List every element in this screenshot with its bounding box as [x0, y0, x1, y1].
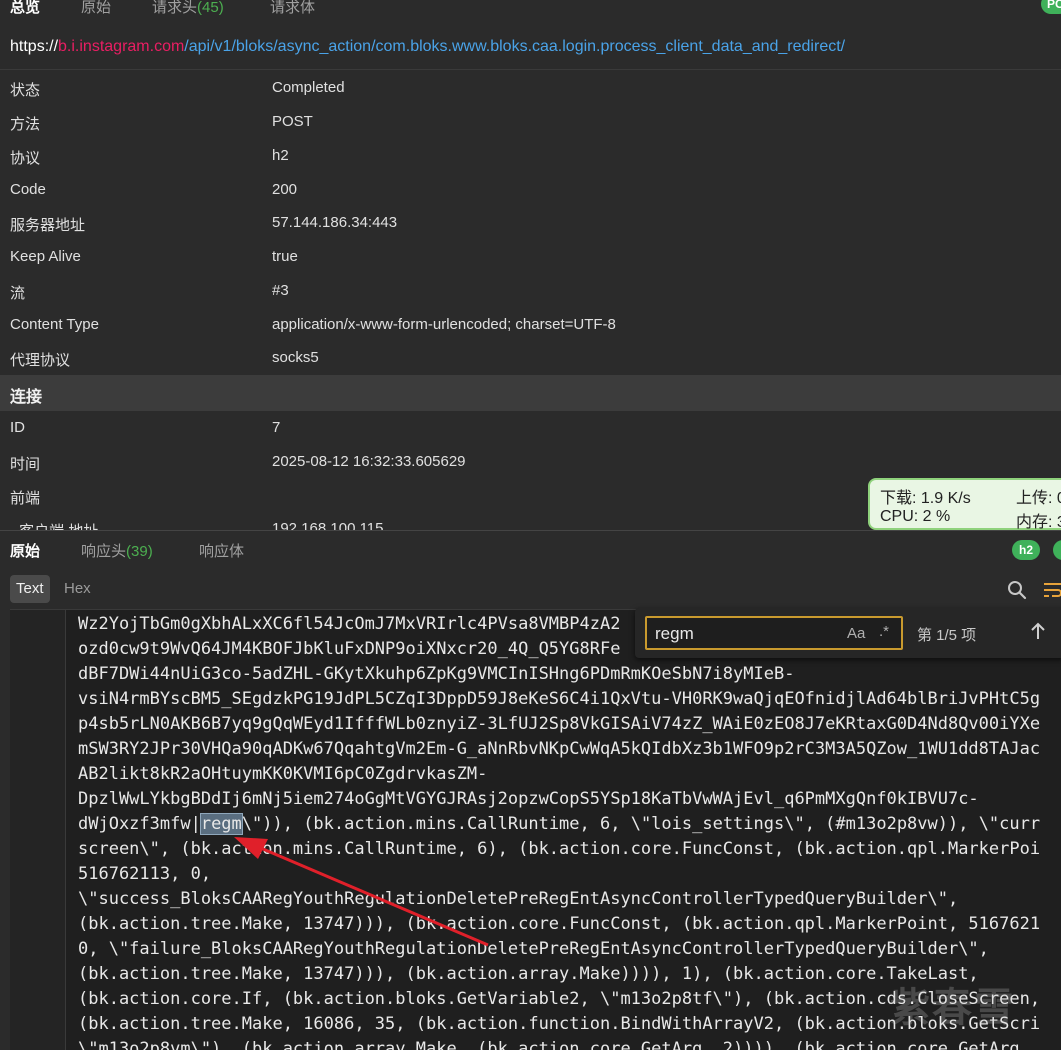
code-line: p4sb5rLN0AKB6B7yq9gQqWEyd1IfffWLb0znyiZ-… [78, 714, 1041, 734]
url-bar: https://b.i.instagram.com/api/v1/bloks/a… [0, 22, 1061, 70]
find-widget: regm Aa .* 第 1/5 项 [635, 608, 1061, 658]
protocol-badge: h2 [1012, 540, 1040, 560]
section-connection: 连接 [0, 375, 1061, 411]
row-value: socks5 [272, 349, 319, 366]
row-value: POST [272, 113, 313, 130]
row-key: Content Type [10, 316, 99, 333]
search-match-highlight: regm [199, 813, 243, 835]
connection-row-id: ID 7 [0, 411, 1061, 445]
code-line-match: dWjOxzf3mfw|regm\")), (bk.action.mins.Ca… [78, 813, 1041, 835]
up-arrow-icon[interactable] [1027, 620, 1049, 642]
view-text-button[interactable]: Text [10, 575, 50, 603]
request-tab-bar: 总览 原始 请求头(45) 请求体 PC [0, 0, 1061, 22]
row-key: Code [10, 181, 46, 198]
overview-row-keepalive: Keep Alive true [0, 240, 1061, 274]
tab-request-headers-label: 请求头 [152, 0, 198, 16]
code-line: mSW3RY2JPr30VHQa90qADKw67QqahtgVm2Em-G_a… [78, 739, 1041, 759]
memory-usage: 内存: 3 [1016, 514, 1061, 531]
row-key: 前端 [10, 490, 41, 507]
code-line: dBF7DWi44nUiG3co-5adZHL-GKytXkuhp6ZpKg9V… [78, 664, 795, 684]
tab-request-headers-count: (45) [197, 0, 224, 16]
code-line: (bk.action.tree.Make, 13747))), (bk.acti… [78, 964, 979, 984]
overview-row-status: 状态 Completed [0, 71, 1061, 105]
row-key: 时间 [10, 456, 41, 473]
tab-response-raw[interactable]: 原始 [10, 540, 40, 561]
overview-row-protocol: 协议 h2 [0, 139, 1061, 173]
tab-response-headers-label: 响应头 [81, 543, 127, 560]
overview-row-stream: 流 #3 [0, 274, 1061, 308]
code-line: ozd0cw9t9WvQ64JM4KBOFJbKluFxDNP9oiXNxcr2… [78, 639, 621, 659]
row-value: 200 [272, 181, 298, 198]
row-value: 7 [272, 419, 281, 436]
url-scheme: https:// [10, 38, 59, 55]
request-url[interactable]: https://b.i.instagram.com/api/v1/bloks/a… [10, 38, 845, 56]
code-line: DpzlWwLYkbgBDdIj6mNj5iem274oGgMtVGYGJRAs… [78, 789, 979, 809]
find-input[interactable]: regm Aa .* [645, 616, 903, 650]
overview-row-content-type: Content Type application/x-www-form-urlen… [0, 308, 1061, 342]
code-line: 516762113, 0, [78, 864, 212, 884]
row-value: 2025-08-12 16:32:33.605629 [272, 453, 466, 470]
row-key: Keep Alive [10, 248, 81, 265]
row-key: 代理协议 [10, 352, 71, 369]
upload-speed: 上传: 0 [1016, 490, 1061, 507]
code-prefix: dWjOxzf3mfw| [78, 814, 201, 834]
regex-toggle[interactable]: .* [879, 623, 889, 640]
row-value: application/x-www-form-urlencoded; chars… [272, 316, 616, 333]
tab-request-body[interactable]: 请求体 [270, 0, 315, 17]
row-key: 流 [10, 285, 26, 302]
row-key: 服务器地址 [10, 217, 86, 234]
view-hex-button[interactable]: Hex [58, 575, 97, 603]
find-match-count: 第 1/5 项 [917, 627, 977, 644]
overview-row-server: 服务器地址 57.144.186.34:443 [0, 206, 1061, 240]
download-speed: 下载: 1.9 K/s [880, 490, 971, 507]
url-host: b.i.instagram.com [58, 38, 185, 55]
row-value: Completed [272, 79, 345, 96]
row-key: 方法 [10, 116, 41, 133]
code-line: screen\", (bk.action.mins.CallRuntime, 6… [78, 839, 1041, 859]
code-line: \"m13o2p8vm\"), (bk.action.array.Make, (… [78, 1039, 1030, 1050]
wrap-icon[interactable] [1042, 579, 1061, 601]
protocol-badge-top: PC [1041, 0, 1061, 14]
tab-raw[interactable]: 原始 [81, 0, 111, 17]
code-line: vsiN4rmBYscBM5_SEgdzkPG19JdPL5CZqI3DppD5… [78, 689, 1041, 709]
search-icon[interactable] [1006, 579, 1028, 601]
code-line: AB2likt8kR2aOHtuymKK0KVMI6pC0ZgdrvkasZM- [78, 764, 488, 784]
find-query: regm [655, 624, 694, 643]
code-suffix: \")), (bk.action.mins.CallRuntime, 6, \"… [241, 814, 1041, 834]
line-gutter [10, 610, 66, 1050]
row-value: 192.168.100.115 [272, 520, 384, 530]
tab-overview[interactable]: 总览 [10, 0, 40, 17]
overview-row-proxy: 代理协议 socks5 [0, 341, 1061, 375]
match-case-toggle[interactable]: Aa [847, 625, 865, 642]
section-title: 连接 [10, 389, 43, 406]
tab-response-body[interactable]: 响应体 [199, 540, 244, 561]
row-value: true [272, 248, 298, 265]
row-value: 57.144.186.34:443 [272, 214, 398, 231]
tab-response-headers[interactable]: 响应头(39) [81, 540, 153, 561]
overview-row-method: 方法 POST [0, 105, 1061, 139]
code-line: \"success_BloksCAARegYouthRegulationDele… [78, 889, 959, 909]
overview-row-code: Code 200 [0, 173, 1061, 207]
row-key: 协议 [10, 150, 41, 167]
watermark: 紫春雪 [890, 986, 1016, 1030]
tab-response-headers-count: (39) [126, 543, 153, 560]
url-path: /api/v1/bloks/async_action/com.bloks.www… [184, 38, 846, 55]
cpu-usage: CPU: 2 % [880, 508, 951, 525]
row-key: ID [10, 419, 25, 436]
code-line: 0, \"failure_BloksCAARegYouthRegulationD… [78, 939, 989, 959]
network-monitor: 下载: 1.9 K/s 上传: 0 CPU: 2 % 内存: 3 [868, 478, 1061, 531]
connection-row-time: 时间 2025-08-12 16:32:33.605629 [0, 445, 1061, 479]
row-value: #3 [272, 282, 289, 299]
row-key: - 客户端 地址 [10, 520, 98, 530]
tab-request-headers[interactable]: 请求头(45) [152, 0, 224, 17]
status-dot [1053, 540, 1061, 560]
code-line: Wz2YojTbGm0gXbhALxXC6fl54JcOmJ7MxVRIrlc4… [78, 614, 621, 634]
code-line: (bk.action.tree.Make, 13747))), (bk.acti… [78, 914, 1041, 934]
row-key: 状态 [10, 82, 41, 99]
row-value: h2 [272, 147, 289, 164]
